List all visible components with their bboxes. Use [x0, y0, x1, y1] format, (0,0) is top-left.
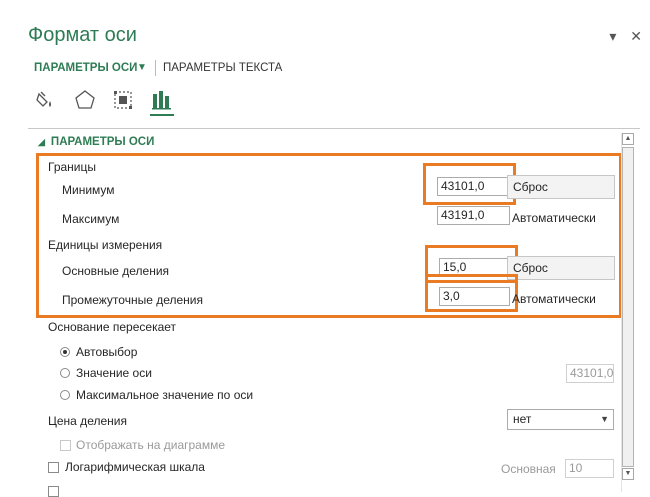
minimum-reset-button[interactable]: Сброс [507, 175, 615, 199]
divider [28, 128, 640, 129]
axis-options-icon[interactable] [150, 88, 174, 112]
units-heading: Единицы измерения [48, 238, 163, 252]
collapse-icon: ◢ [38, 137, 45, 147]
panel-header-controls: ▾ ✕ [599, 28, 642, 45]
chevron-down-icon: ▼ [600, 414, 609, 424]
active-tab-indicator [150, 114, 174, 116]
radio-max-value[interactable] [60, 390, 70, 400]
major-unit-label: Основные деления [62, 264, 170, 278]
radio-auto[interactable] [60, 347, 70, 357]
size-properties-icon[interactable] [111, 88, 135, 112]
log-base-field[interactable]: 10 [565, 459, 614, 478]
section-axis-options[interactable]: ◢ ПАРАМЕТРЫ ОСИ [38, 136, 154, 148]
tick-select[interactable]: нет ▼ [507, 409, 614, 430]
minor-unit-field[interactable]: 3,0 [439, 287, 510, 306]
minor-unit-label: Промежуточные деления [62, 293, 203, 307]
crosses-heading: Основание пересекает [48, 320, 177, 334]
section-title: ПАРАМЕТРЫ ОСИ [50, 136, 155, 148]
fill-line-icon[interactable] [33, 88, 57, 112]
radio-axis-value-label[interactable]: Значение оси [76, 366, 152, 380]
scrollbar-thumb[interactable] [622, 147, 634, 467]
chevron-down-icon[interactable]: ▾ [609, 28, 616, 44]
close-icon[interactable]: ✕ [630, 28, 642, 44]
panel-title: Формат оси [28, 24, 137, 46]
log-base-label: Основная [501, 462, 556, 476]
tick-label: Цена деления [48, 414, 127, 428]
scroll-up-icon[interactable]: ▲ [622, 133, 634, 145]
maximum-label: Максимум [62, 212, 120, 226]
maximum-auto-button[interactable]: Автоматически [512, 211, 596, 225]
tab-text-options[interactable]: ПАРАМЕТРЫ ТЕКСТА [163, 62, 282, 74]
radio-max-value-label[interactable]: Максимальное значение по оси [76, 388, 253, 402]
radio-axis-value[interactable] [60, 368, 70, 378]
radio-auto-label[interactable]: Автовыбор [76, 345, 137, 359]
minimum-label: Минимум [62, 183, 115, 197]
scroll-down-icon[interactable]: ▼ [622, 468, 634, 480]
minor-unit-auto-button[interactable]: Автоматически [512, 292, 596, 306]
log-scale-checkbox[interactable] [48, 462, 59, 473]
bounds-heading: Границы [48, 160, 96, 174]
tick-select-value: нет [513, 412, 532, 426]
major-unit-reset-button[interactable]: Сброс [507, 256, 615, 280]
minimum-field[interactable]: 43101,0 [437, 177, 510, 196]
tab-divider [155, 60, 156, 76]
effects-icon[interactable] [73, 88, 97, 112]
show-on-chart-label[interactable]: Отображать на диаграмме [76, 438, 225, 452]
log-scale-label[interactable]: Логарифмическая шкала [65, 460, 205, 474]
axis-value-field[interactable]: 43101,0 [566, 364, 614, 383]
show-on-chart-checkbox[interactable] [60, 440, 71, 451]
chevron-down-icon[interactable]: ▼ [137, 62, 147, 73]
maximum-field[interactable]: 43191,0 [437, 206, 510, 225]
tab-axis-options[interactable]: ПАРАМЕТРЫ ОСИ [34, 62, 137, 74]
